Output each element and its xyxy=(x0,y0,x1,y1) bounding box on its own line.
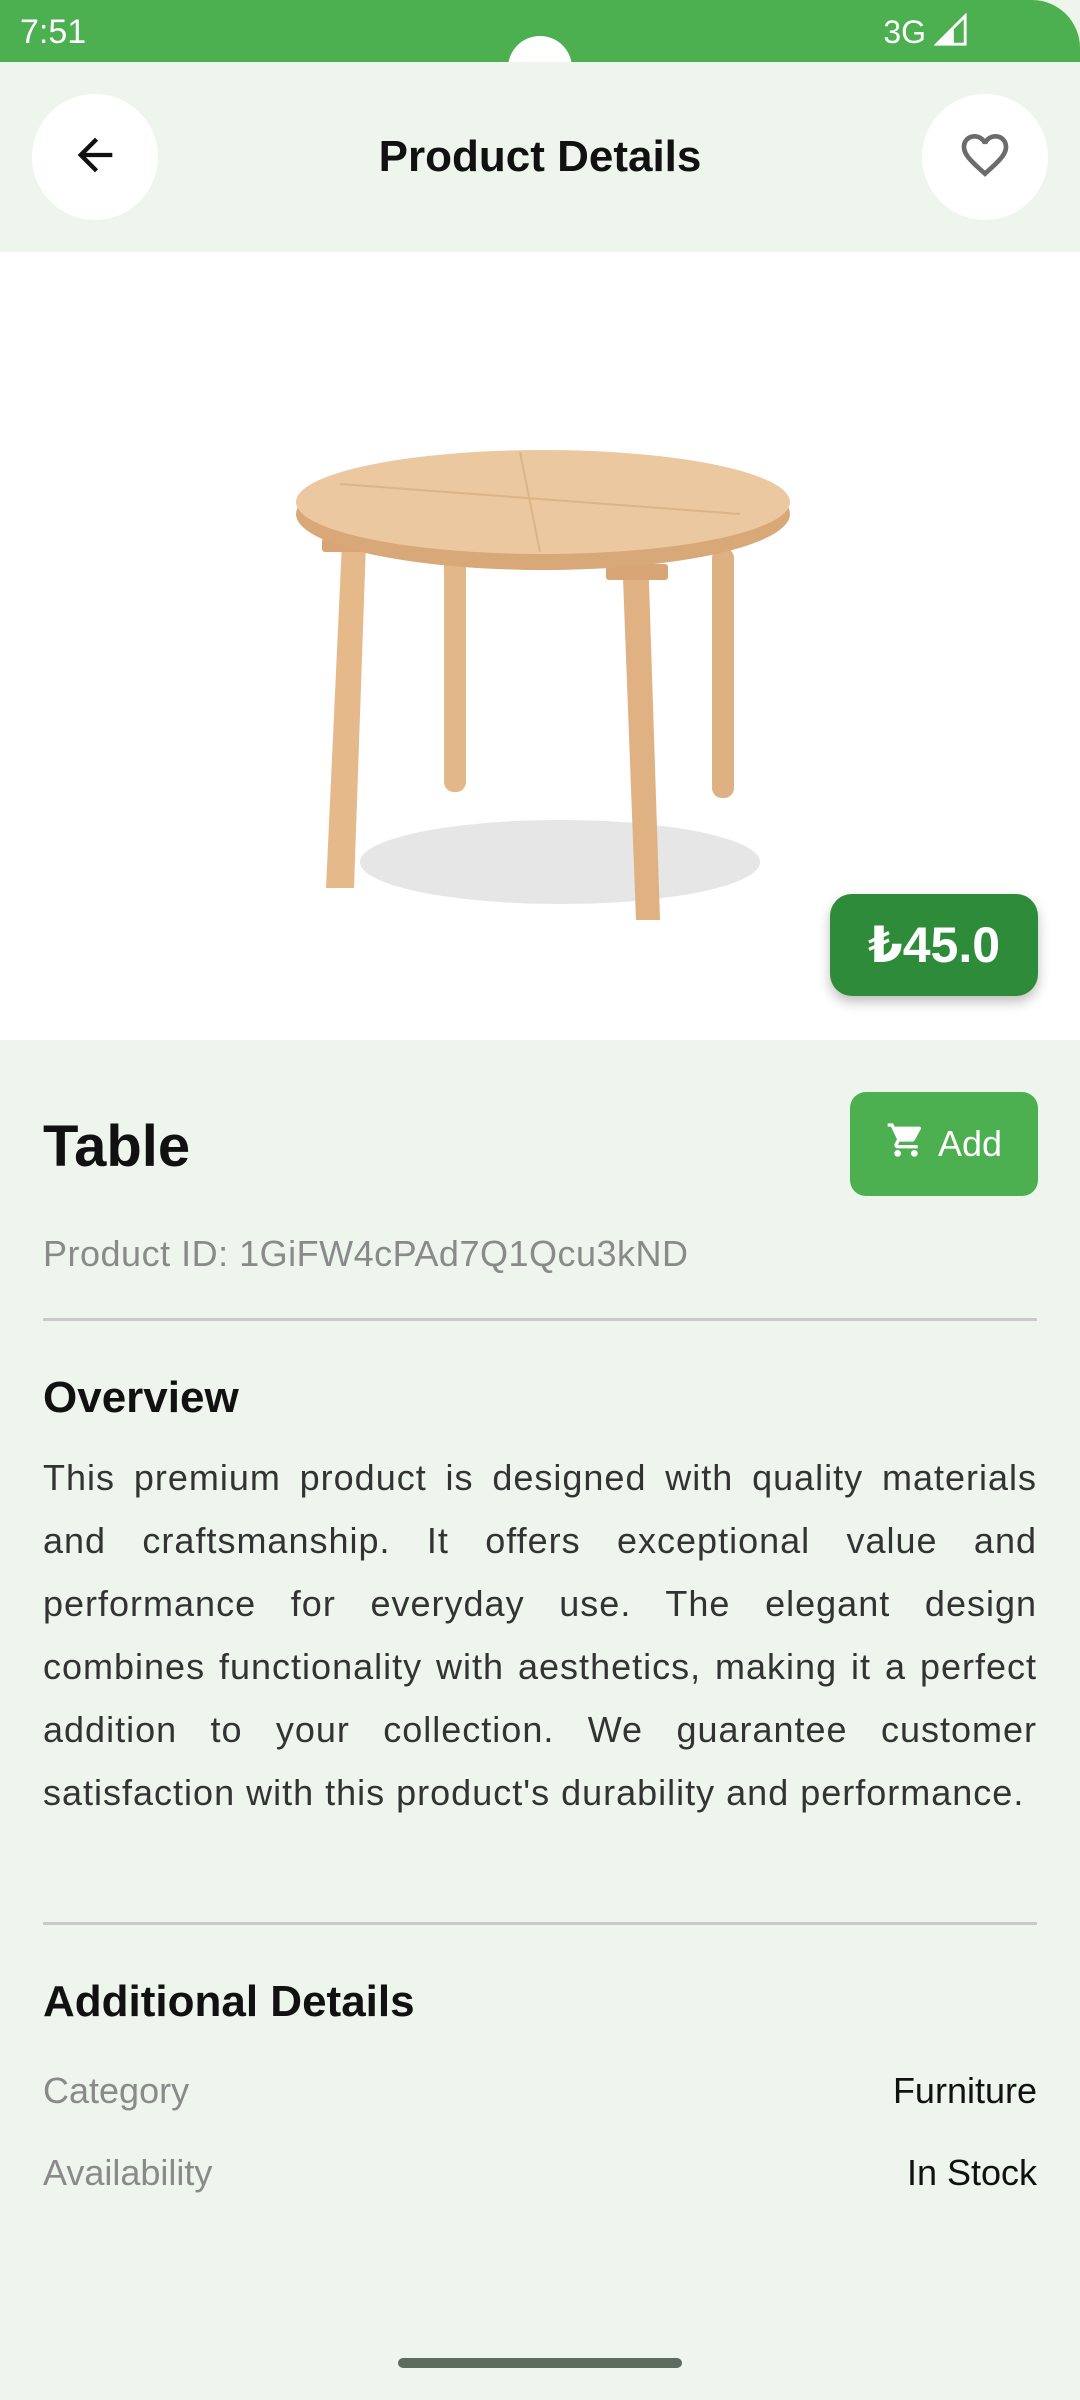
price-badge: ₺45.0 xyxy=(830,894,1038,996)
product-details-section: Table Add Product ID: 1GiFW4cPAd7Q1Qcu3k… xyxy=(0,1040,1080,2400)
divider xyxy=(43,1318,1037,1321)
app-bar: Product Details xyxy=(0,62,1080,252)
add-button-label: Add xyxy=(937,1123,1003,1164)
overview-text: This premium product is designed with qu… xyxy=(43,1457,1037,1813)
product-image-area: ₺45.0 xyxy=(0,252,1080,1040)
favorite-button[interactable] xyxy=(922,94,1048,220)
detail-label: Category xyxy=(43,2070,190,2111)
detail-row-availability: Availability In Stock xyxy=(43,2148,1037,2198)
signal-icon xyxy=(933,11,968,52)
product-details-screen: 7:51 3G Product Details ₺45.0 Table Add … xyxy=(0,0,1080,2400)
detail-value: In Stock xyxy=(906,2152,1037,2193)
detail-value: Furniture xyxy=(892,2070,1037,2111)
divider xyxy=(43,1922,1037,1925)
product-id: Product ID: 1GiFW4cPAd7Q1Qcu3kND xyxy=(43,1233,689,1274)
add-to-cart-button[interactable]: Add xyxy=(850,1092,1038,1196)
network-type: 3G xyxy=(883,14,926,50)
product-name: Table xyxy=(43,1114,191,1179)
cart-icon xyxy=(886,1120,926,1169)
page-title: Product Details xyxy=(378,132,702,181)
detail-row-category: Category Furniture xyxy=(43,2066,1037,2116)
home-indicator[interactable] xyxy=(398,2358,682,2368)
additional-details-title: Additional Details xyxy=(43,1977,415,2026)
detail-label: Availability xyxy=(43,2152,213,2193)
status-time: 7:51 xyxy=(20,13,87,51)
heart-outline-icon xyxy=(957,127,1013,188)
status-right: 3G xyxy=(883,11,968,52)
overview-title: Overview xyxy=(43,1373,239,1422)
